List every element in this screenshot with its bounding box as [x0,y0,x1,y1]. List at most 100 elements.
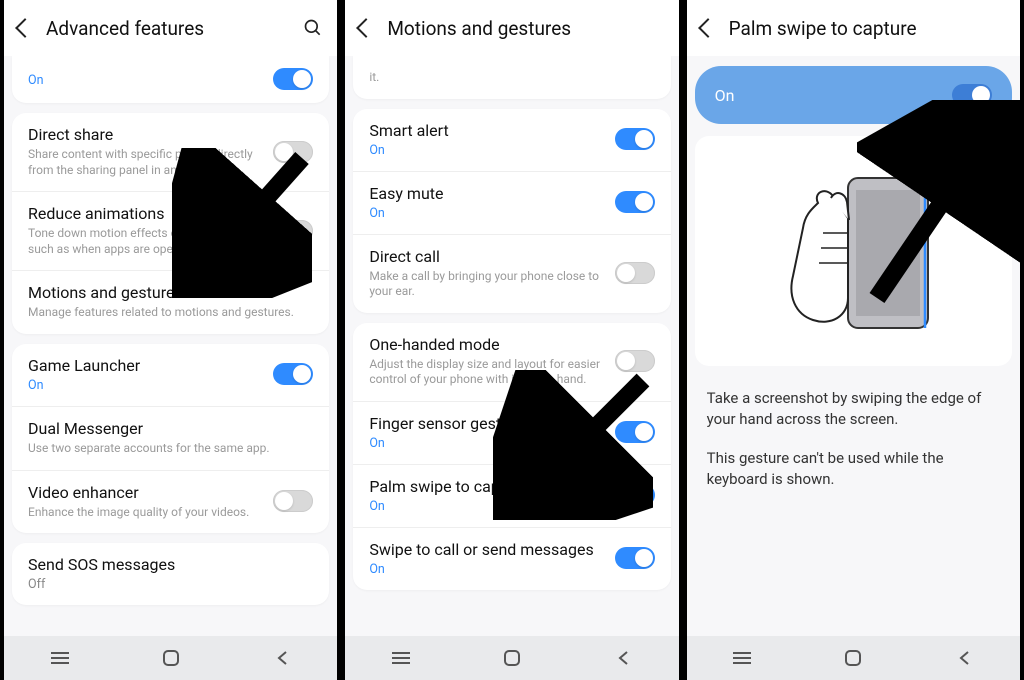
row-title: Reduce animations [28,204,263,224]
description: Take a screenshot by swiping the edge of… [687,366,1020,512]
nav-back-icon[interactable] [952,646,976,670]
status-text: On [369,562,604,577]
desc-line-2: This gesture can't be used while the key… [707,448,1000,490]
row-title: Direct share [28,125,263,145]
row-reduce-animations[interactable]: Reduce animations Tone down motion effec… [12,192,329,271]
row-title: Smart alert [369,121,604,141]
nav-home-icon[interactable] [500,646,524,670]
navbar [4,636,337,680]
page-title: Advanced features [46,17,204,40]
row-title: Send SOS messages [28,555,313,575]
status-text: On [369,436,604,451]
toggle[interactable] [273,68,313,90]
navbar [687,636,1020,680]
row-title: Dual Messenger [28,419,313,439]
row-title: Game Launcher [28,356,263,376]
row-desc: Tone down motion effects on the screen, … [28,226,263,257]
content: it. Smart alert On Easy mute On [345,56,678,636]
hand-phone-icon [753,148,953,348]
nav-recent-icon[interactable] [48,646,72,670]
row-desc: Manage features related to motions and g… [28,305,313,321]
toggle[interactable] [615,128,655,150]
card-truncated-top: it. [353,56,670,99]
row-desc: Share content with specific people direc… [28,147,263,178]
card-group-2: Game Launcher On Dual Messenger Use two … [12,344,329,533]
card-group-1: Smart alert On Easy mute On Direct call … [353,109,670,313]
panel-advanced-features: Advanced features On Direct share Share … [0,0,341,680]
header: Palm swipe to capture [687,0,1020,56]
status-text: On [369,206,604,221]
row-desc: Enhance the image quality of your videos… [28,505,263,521]
header: Advanced features [4,0,337,56]
row-swipe-call[interactable]: Swipe to call or send messages On [353,528,670,590]
card-group-2: One-handed mode Adjust the display size … [353,323,670,590]
card-group-3: Send SOS messages Off [12,543,329,605]
status-text: On [369,143,604,158]
gesture-illustration [695,136,1012,366]
nav-back-icon[interactable] [270,646,294,670]
back-icon[interactable] [698,18,718,38]
toggle[interactable] [273,490,313,512]
toggle[interactable] [615,547,655,569]
panel-motions-gestures: Motions and gestures it. Smart alert On … [341,0,682,680]
row-direct-call[interactable]: Direct call Make a call by bringing your… [353,235,670,313]
row-title: Palm swipe to capture [369,477,604,497]
toggle[interactable] [273,220,313,242]
toggle[interactable] [615,262,655,284]
row-desc: Use two separate accounts for the same a… [28,441,313,457]
status-text: On [28,73,263,88]
row-palm-swipe[interactable]: Palm swipe to capture On [353,465,670,528]
nav-home-icon[interactable] [841,646,865,670]
row-dual-messenger[interactable]: Dual Messenger Use two separate accounts… [12,407,329,471]
content: On Direct share Share content with speci… [4,56,337,636]
desc-line-1: Take a screenshot by swiping the edge of… [707,388,1000,430]
toggle[interactable] [615,484,655,506]
page-title: Motions and gestures [387,17,571,40]
row-game-launcher[interactable]: Game Launcher On [12,344,329,407]
row-one-handed[interactable]: One-handed mode Adjust the display size … [353,323,670,402]
row-desc: it. [369,70,654,86]
row-title: Easy mute [369,184,604,204]
row-title: Video enhancer [28,483,263,503]
page-title: Palm swipe to capture [729,17,917,40]
row-motions-gestures[interactable]: Motions and gestures Manage features rel… [12,271,329,334]
row-truncated[interactable]: On [12,56,329,103]
row-title: Motions and gestures [28,283,313,303]
status-text: On [369,499,604,514]
row-video-enhancer[interactable]: Video enhancer Enhance the image quality… [12,471,329,534]
nav-back-icon[interactable] [611,646,635,670]
toggle[interactable] [615,421,655,443]
row-easy-mute[interactable]: Easy mute On [353,172,670,235]
nav-recent-icon[interactable] [389,646,413,670]
row-title: Finger sensor gestures [369,414,604,434]
row-title: Direct call [369,247,604,267]
row-truncated[interactable]: it. [353,56,670,99]
row-direct-share[interactable]: Direct share Share content with specific… [12,113,329,192]
nav-recent-icon[interactable] [730,646,754,670]
toggle[interactable] [273,363,313,385]
toggle-label: On [715,86,952,105]
status-text: On [28,378,263,393]
search-icon[interactable] [303,18,323,38]
navbar [345,636,678,680]
status-text: Off [28,577,313,592]
back-icon[interactable] [15,18,35,38]
header: Motions and gestures [345,0,678,56]
nav-home-icon[interactable] [159,646,183,670]
panel-palm-swipe: Palm swipe to capture On Take a screensh… [683,0,1024,680]
toggle[interactable] [615,350,655,372]
row-desc: Make a call by bringing your phone close… [369,269,604,300]
row-smart-alert[interactable]: Smart alert On [353,109,670,172]
row-title: One-handed mode [369,335,604,355]
master-toggle-row[interactable]: On [695,66,1012,124]
row-sos[interactable]: Send SOS messages Off [12,543,329,605]
row-desc: Adjust the display size and layout for e… [369,357,604,388]
row-title: Swipe to call or send messages [369,540,604,560]
card-truncated-top: On [12,56,329,103]
toggle[interactable] [273,141,313,163]
card-group-1: Direct share Share content with specific… [12,113,329,334]
row-finger-sensor[interactable]: Finger sensor gestures On [353,402,670,465]
toggle[interactable] [952,84,992,106]
back-icon[interactable] [356,18,376,38]
toggle[interactable] [615,191,655,213]
